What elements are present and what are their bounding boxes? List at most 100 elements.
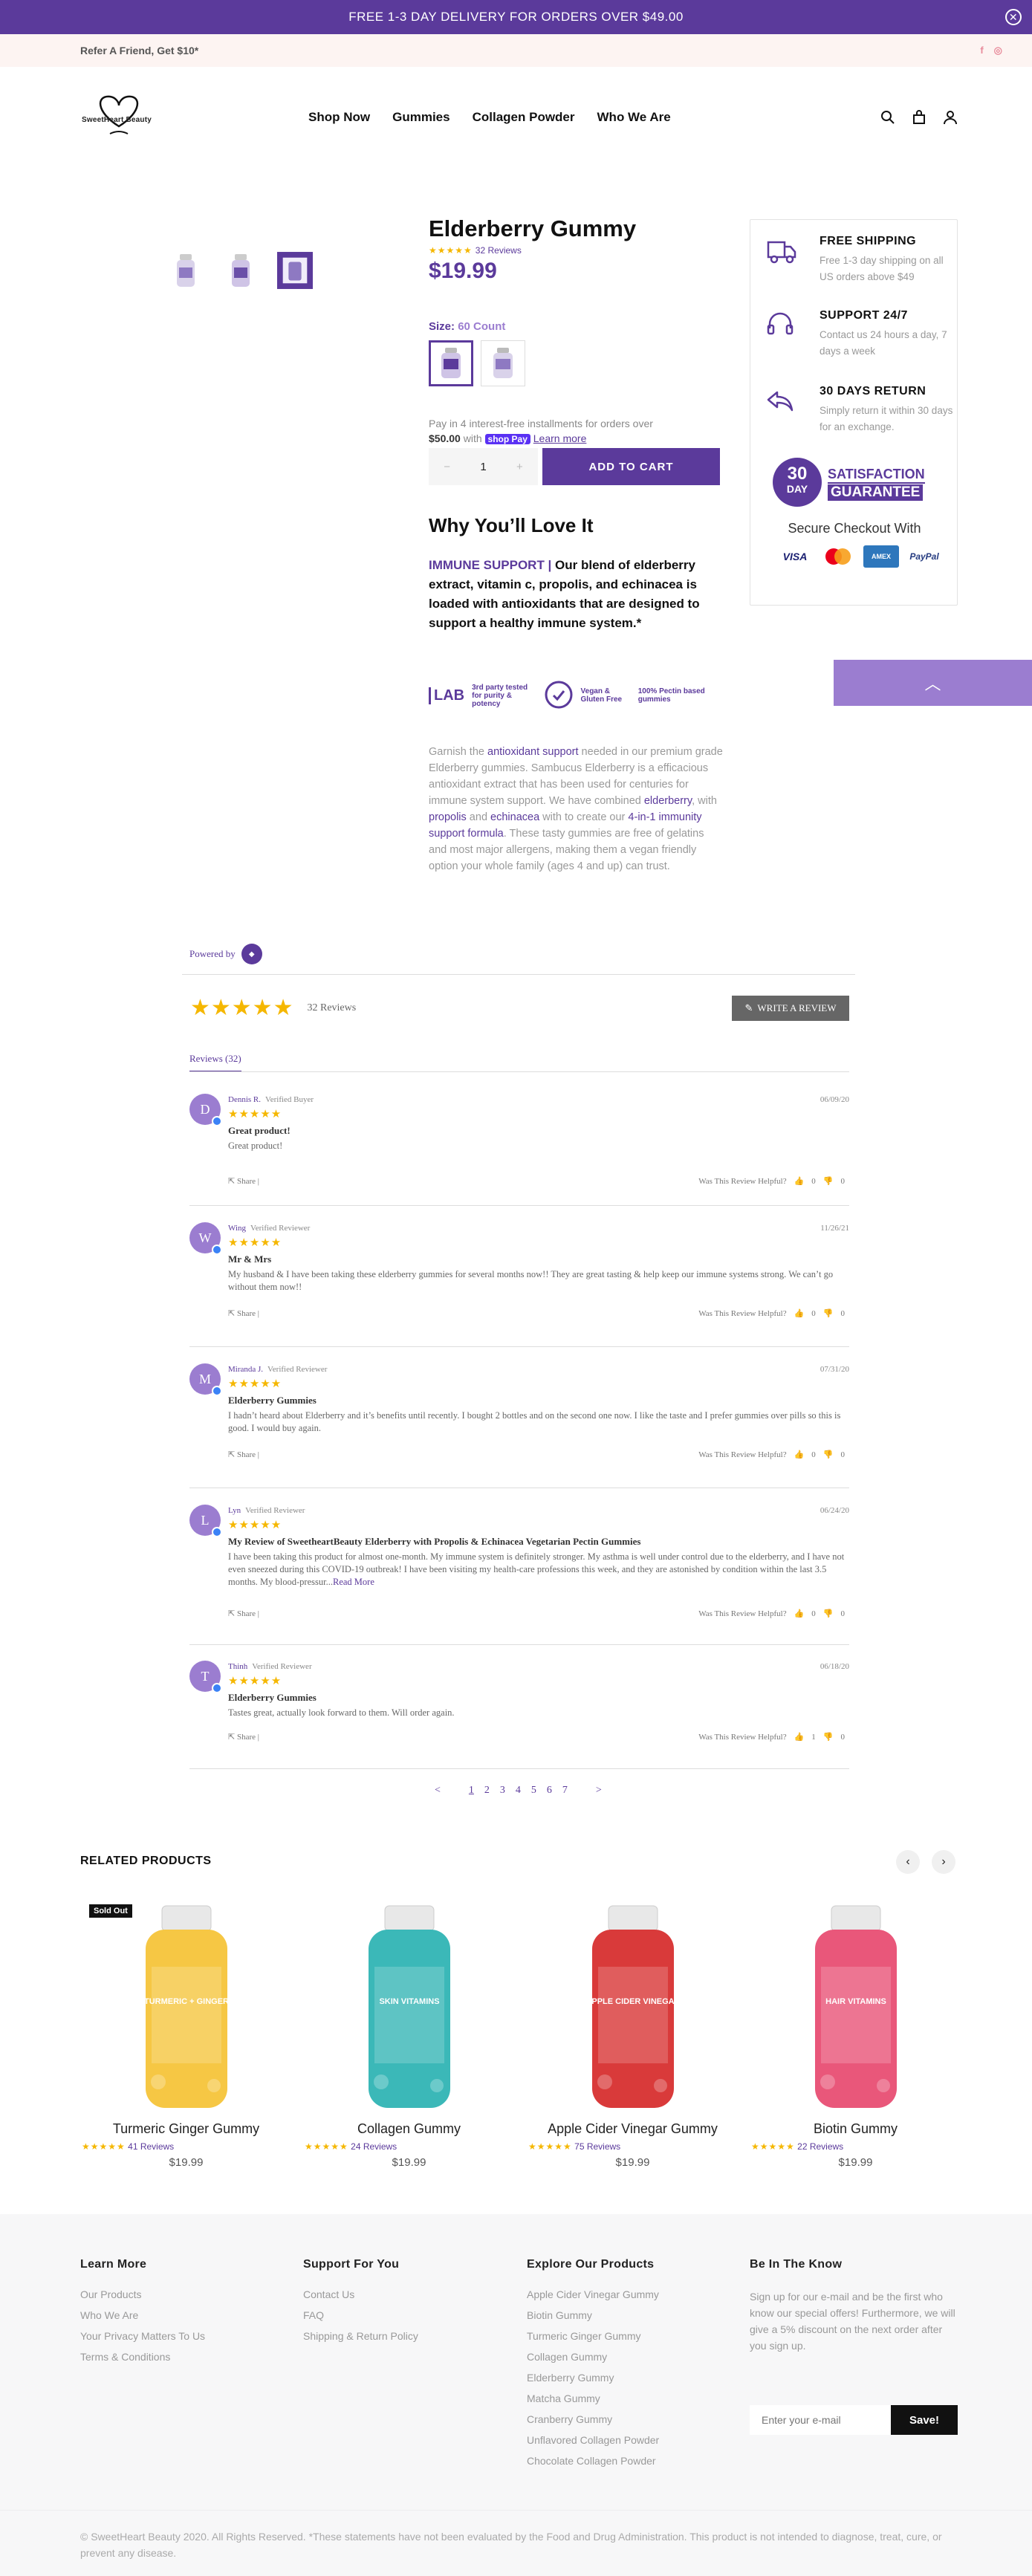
footer-link[interactable]: Matcha Gummy [527, 2392, 659, 2406]
logo[interactable]: SweetHeart Beauty [80, 91, 158, 140]
instagram-icon[interactable]: ◎ [994, 45, 1002, 56]
share-divider: | [257, 1733, 259, 1742]
share-button[interactable]: ⇱ Share | [228, 1450, 259, 1459]
nav-who-we-are[interactable]: Who We Are [597, 110, 671, 125]
gallery-thumb-1[interactable] [168, 250, 204, 291]
reviews-summary: ★★★★★ 32 Reviews [190, 995, 356, 1021]
facebook-icon[interactable]: f [980, 45, 983, 56]
pagination-page[interactable]: 5 [531, 1785, 536, 1797]
qty-minus-button[interactable]: − [444, 461, 450, 473]
qty-plus-button[interactable]: + [516, 461, 523, 473]
product-review-count[interactable]: 22 Reviews [797, 2141, 843, 2152]
thumbs-down-icon[interactable]: 👎 [823, 1609, 834, 1618]
footer-link[interactable]: Collagen Gummy [527, 2351, 659, 2364]
footer-link[interactable]: Our Products [80, 2288, 205, 2302]
thumbs-up-icon[interactable]: 👍 [794, 1609, 805, 1618]
gallery-thumb-3[interactable] [277, 250, 313, 291]
pagination-next-button[interactable]: > [596, 1785, 602, 1797]
product-name[interactable]: Turmeric Ginger Gummy [80, 2121, 292, 2137]
share-button[interactable]: ⇱ Share | [228, 1732, 259, 1742]
helpful-votes: Was This Review Helpful? 👍 1 👎 0 [698, 1732, 845, 1742]
thumbs-up-icon[interactable]: 👍 [794, 1450, 805, 1459]
product-name[interactable]: Apple Cider Vinegar Gummy [527, 2121, 739, 2137]
email-field[interactable] [750, 2405, 891, 2435]
footer-link[interactable]: Chocolate Collagen Powder [527, 2455, 659, 2468]
size-swatch-alt[interactable] [481, 340, 525, 386]
share-button[interactable]: ⇱ Share | [228, 1609, 259, 1618]
size-swatch-60-count[interactable] [429, 340, 473, 386]
pagination-page[interactable]: 6 [547, 1785, 552, 1797]
thumbs-down-icon[interactable]: 👎 [823, 1732, 834, 1742]
footer-link[interactable]: Elderberry Gummy [527, 2372, 659, 2385]
review-title: Great product! [228, 1125, 291, 1136]
nav-collagen-powder[interactable]: Collagen Powder [473, 110, 575, 125]
pagination-page[interactable]: 2 [484, 1785, 490, 1797]
product-card[interactable]: Sold Out TURMERIC + GINGER Turmeric Ginger… [80, 1900, 292, 2169]
nav-shop-now[interactable]: Shop Now [308, 110, 370, 125]
footer-link[interactable]: Who We Are [80, 2309, 205, 2323]
footer-link[interactable]: Cranberry Gummy [527, 2413, 659, 2427]
footer-link[interactable]: Apple Cider Vinegar Gummy [527, 2288, 659, 2302]
newsletter-form: Save! [750, 2405, 958, 2435]
pagination-prev-button[interactable]: < [435, 1785, 441, 1797]
footer-link[interactable]: Your Privacy Matters To Us [80, 2330, 205, 2343]
scroll-to-top-button[interactable]: ︿ [834, 660, 1032, 706]
summary-count: 32 Reviews [307, 1002, 357, 1013]
thumbs-down-icon[interactable]: 👎 [823, 1308, 834, 1318]
product-rating[interactable]: ★★★★★ 32 Reviews [429, 245, 522, 256]
footer-link[interactable]: Contact Us [303, 2288, 418, 2302]
search-icon[interactable] [880, 110, 895, 125]
gallery-thumb-2[interactable] [223, 250, 259, 291]
product-card[interactable]: SKIN VITAMINS Collagen Gummy ★★★★★ 24 Revi… [303, 1900, 515, 2169]
related-prev-button[interactable]: ‹ [896, 1850, 920, 1874]
share-button[interactable]: ⇱ Share | [228, 1308, 259, 1318]
thumbs-down-icon[interactable]: 👎 [823, 1176, 834, 1186]
footer-link[interactable]: FAQ [303, 2309, 418, 2323]
downvote-count: 0 [840, 1176, 846, 1186]
product-review-count[interactable]: 41 Reviews [128, 2141, 174, 2152]
footer-link[interactable]: Biotin Gummy [527, 2309, 659, 2323]
add-to-cart-button[interactable]: ADD TO CART [542, 448, 720, 485]
pagination-page[interactable]: 3 [500, 1785, 505, 1797]
quantity-stepper[interactable]: − 1 + [429, 448, 538, 485]
product-card[interactable]: APPLE CIDER VINEGAR Apple Cider Vinegar G… [527, 1900, 739, 2169]
product-name[interactable]: Collagen Gummy [303, 2121, 515, 2137]
refer-link[interactable]: Refer A Friend, Get $10* [80, 45, 198, 56]
product-name[interactable]: Biotin Gummy [750, 2121, 961, 2137]
reviews-link[interactable]: 32 Reviews [476, 245, 522, 256]
reviewer-name-text: Dennis R. [228, 1095, 261, 1104]
share-button[interactable]: ⇱ Share | [228, 1176, 259, 1186]
verified-icon [212, 1527, 222, 1537]
footer-link[interactable]: Terms & Conditions [80, 2351, 205, 2364]
share-divider: | [257, 1309, 259, 1318]
footer-link[interactable]: Turmeric Ginger Gummy [527, 2330, 659, 2343]
nav-gummies[interactable]: Gummies [392, 110, 450, 125]
cart-icon[interactable] [912, 110, 926, 125]
tab-reviews[interactable]: Reviews (32) [189, 1053, 241, 1072]
qty-value[interactable]: 1 [480, 461, 486, 473]
pagination-page[interactable]: 4 [516, 1785, 521, 1797]
thumbs-down-icon[interactable]: 👎 [823, 1450, 834, 1459]
pagination-page[interactable]: 7 [562, 1785, 568, 1797]
product-image[interactable]: APPLE CIDER VINEGAR [527, 1900, 739, 2115]
account-icon[interactable] [943, 110, 958, 125]
thumbs-up-icon[interactable]: 👍 [794, 1732, 805, 1742]
read-more-link[interactable]: Read More [333, 1577, 374, 1587]
pagination-page[interactable]: 1 [469, 1785, 474, 1797]
footer-link[interactable]: Shipping & Return Policy [303, 2330, 418, 2343]
related-next-button[interactable]: › [932, 1850, 955, 1874]
reviews-provider-logo[interactable]: ◆ [241, 944, 262, 964]
newsletter-submit-button[interactable]: Save! [891, 2405, 958, 2435]
product-image[interactable]: Sold Out TURMERIC + GINGER [80, 1900, 292, 2115]
product-review-count[interactable]: 75 Reviews [574, 2141, 620, 2152]
product-card[interactable]: HAIR VITAMINS Biotin Gummy ★★★★★ 22 Review… [750, 1900, 961, 2169]
thumbs-up-icon[interactable]: 👍 [794, 1308, 805, 1318]
learn-more-link[interactable]: Learn more [533, 432, 587, 444]
close-icon[interactable]: ✕ [1005, 9, 1022, 25]
footer-link[interactable]: Unflavored Collagen Powder [527, 2434, 659, 2447]
product-image[interactable]: SKIN VITAMINS [303, 1900, 515, 2115]
write-review-button[interactable]: ✎ WRITE A REVIEW [732, 996, 849, 1021]
thumbs-up-icon[interactable]: 👍 [794, 1176, 805, 1186]
product-image[interactable]: HAIR VITAMINS [750, 1900, 961, 2115]
product-review-count[interactable]: 24 Reviews [351, 2141, 397, 2152]
